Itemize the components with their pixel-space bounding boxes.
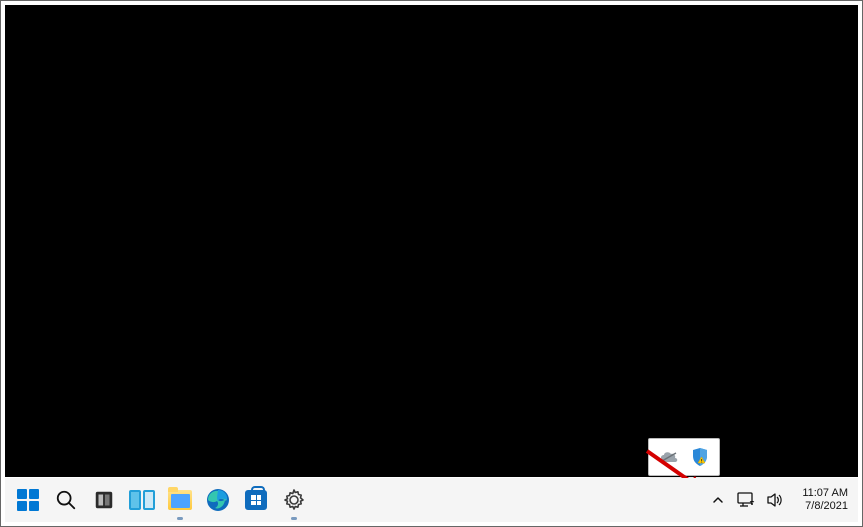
settings-button[interactable] (281, 487, 307, 513)
show-hidden-icons-button[interactable] (710, 487, 726, 513)
windows-security-icon[interactable] (689, 446, 711, 468)
edge-button[interactable] (205, 487, 231, 513)
network-icon (736, 491, 756, 509)
running-indicator (291, 517, 297, 520)
windows-logo-icon (17, 489, 39, 511)
system-tray-overflow-popup (648, 438, 720, 476)
system-tray: 11:07 AM 7/8/2021 (710, 478, 858, 522)
search-button[interactable] (53, 487, 79, 513)
taskbar: 11:07 AM 7/8/2021 (5, 478, 858, 522)
start-button[interactable] (15, 487, 41, 513)
taskbar-pinned-apps (5, 478, 307, 522)
speaker-icon (766, 491, 786, 509)
clock-date: 7/8/2021 (802, 500, 848, 513)
chevron-up-icon (712, 494, 724, 506)
running-indicator (177, 517, 183, 520)
search-icon (55, 489, 77, 511)
copilot-button[interactable] (91, 487, 117, 513)
file-explorer-button[interactable] (167, 487, 193, 513)
screen: 11:07 AM 7/8/2021 (0, 0, 863, 527)
copilot-icon (93, 489, 115, 511)
clock-time: 11:07 AM (802, 487, 848, 500)
gear-icon (282, 488, 306, 512)
edge-icon (206, 488, 230, 512)
network-button[interactable] (736, 487, 756, 513)
onedrive-icon[interactable] (658, 446, 680, 468)
volume-button[interactable] (766, 487, 786, 513)
folder-icon (168, 490, 192, 510)
clock-area[interactable]: 11:07 AM 7/8/2021 (796, 487, 848, 513)
store-icon (245, 490, 267, 510)
desktop-area[interactable] (5, 5, 858, 477)
store-button[interactable] (243, 487, 269, 513)
task-view-button[interactable] (129, 487, 155, 513)
task-view-icon (129, 490, 155, 510)
